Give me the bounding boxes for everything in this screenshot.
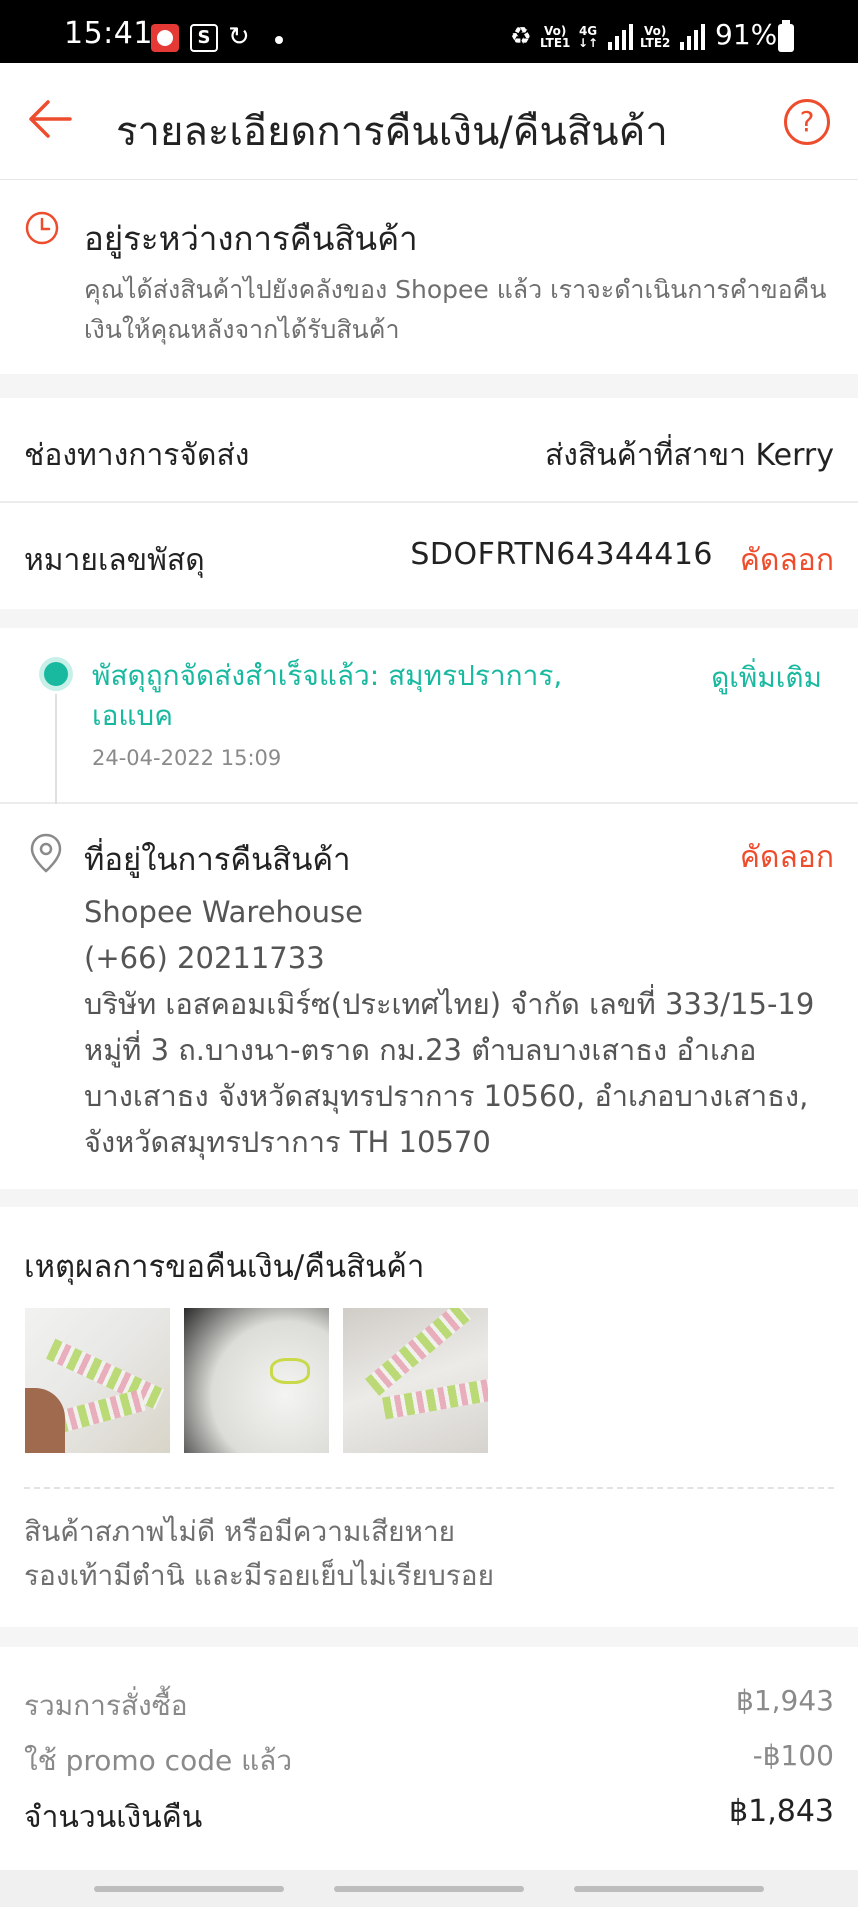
evidence-photo-3[interactable] — [343, 1308, 488, 1453]
tracking-dot-icon — [44, 662, 68, 686]
arrow-left-icon — [29, 100, 72, 138]
battery-percent: 91% — [715, 18, 778, 51]
return-status-title: อยู่ระหว่างการคืนสินค้า — [84, 219, 418, 258]
refund-amount-label: จำนวนเงินคืน — [24, 1800, 203, 1835]
address-detail: บริษัท เอสคอมเมิร์ซ(ประเทศไทย) จำกัด เลข… — [84, 987, 815, 1159]
status-bar: 15:41 S ↻ ♻ Vo) LTE1 4G ↓↑ Vo) LTE2 91% — [0, 0, 858, 63]
tracking-timeline-line — [55, 694, 57, 804]
tracking-number-value: SDOFRTN64344416 — [410, 537, 713, 572]
return-reason-text: สินค้าสภาพไม่ดี หรือมีความเสียหาย รองเท้… — [24, 1510, 834, 1598]
volte-1-label: Vo) LTE1 — [540, 24, 571, 50]
reason-line-2: รองเท้ามีตำนิ และมีรอยเย็บไม่เรียบรอย — [24, 1559, 494, 1592]
evidence-photo-2[interactable] — [184, 1308, 329, 1453]
return-status-card: อยู่ระหว่างการคืนสินค้า คุณได้ส่งสินค้าไ… — [0, 180, 858, 374]
see-more-link[interactable]: ดูเพิ่มเติม — [711, 656, 822, 700]
shipping-channel-label: ช่องทางการจัดส่ง — [24, 438, 250, 473]
back-button[interactable] — [24, 93, 76, 145]
notification-dot-icon — [275, 36, 283, 44]
order-total-label: รวมการสั่งซื้อ — [24, 1689, 188, 1722]
address-name: Shopee Warehouse — [84, 895, 364, 929]
signal-icon-2 — [680, 24, 706, 50]
clock-icon — [25, 211, 59, 245]
copy-address-button[interactable]: คัดลอก — [740, 834, 834, 881]
shipping-channel-row: ช่องทางการจัดส่ง ส่งสินค้าที่สาขา Kerry — [0, 398, 858, 503]
app-notification-icon — [151, 24, 179, 52]
return-address-body: Shopee Warehouse (+66) 20211733 บริษัท เ… — [84, 889, 844, 1165]
location-pin-icon — [30, 833, 62, 873]
shopee-icon: S — [190, 24, 218, 52]
nav-recents-button[interactable] — [94, 1886, 284, 1892]
help-button[interactable]: ? — [784, 99, 830, 145]
order-total-row: รวมการสั่งซื้อ ฿1,943 — [24, 1684, 834, 1734]
app-header: รายละเอียดการคืนเงิน/คืนสินค้า ? — [0, 63, 858, 180]
promo-code-label: ใช้ promo code แล้ว — [24, 1744, 293, 1777]
tracking-number-row: หมายเลขพัสดุ SDOFRTN64344416 คัดลอก — [0, 503, 858, 608]
reason-line-1: สินค้าสภาพไม่ดี หรือมีความเสียหาย — [24, 1515, 456, 1548]
recycle-icon: ♻ — [510, 22, 532, 50]
return-status-description: คุณได้ส่งสินค้าไปยังคลังของ Shopee แล้ว … — [84, 275, 827, 344]
system-nav-bar — [0, 1870, 858, 1907]
network-4g-label: 4G ↓↑ — [578, 24, 599, 50]
return-address-title: ที่อยู่ในการคืนสินค้า — [84, 842, 351, 878]
address-phone: (+66) 20211733 — [84, 941, 325, 975]
tracking-number-label: หมายเลขพัสดุ — [24, 543, 205, 578]
tracking-status-card[interactable]: พัสดุถูกจัดส่งสำเร็จแล้ว: สมุทรปราการ, เ… — [0, 628, 858, 804]
signal-icon — [608, 24, 634, 50]
refund-summary-card: รวมการสั่งซื้อ ฿1,943 ใช้ promo code แล้… — [0, 1647, 858, 1870]
refund-amount-row: จำนวนเงินคืน ฿1,843 — [24, 1794, 834, 1844]
evidence-photo-1[interactable] — [25, 1308, 170, 1453]
tracking-status-text: พัสดุถูกจัดส่งสำเร็จแล้ว: สมุทรปราการ, เ… — [92, 659, 563, 732]
battery-icon — [778, 20, 794, 52]
volte-2-label: Vo) LTE2 — [640, 24, 671, 50]
return-address-card: ที่อยู่ในการคืนสินค้า คัดลอก Shopee Ware… — [0, 804, 858, 1189]
shipping-channel-value: ส่งสินค้าที่สาขา Kerry — [544, 438, 834, 473]
shipping-info-card: ช่องทางการจัดส่ง ส่งสินค้าที่สาขา Kerry … — [0, 398, 858, 609]
tracking-timestamp: 24-04-2022 15:09 — [92, 746, 282, 770]
copy-tracking-button[interactable]: คัดลอก — [740, 537, 834, 584]
order-total-value: ฿1,943 — [736, 1684, 834, 1717]
promo-code-value: -฿100 — [752, 1739, 834, 1772]
status-time: 15:41 — [64, 16, 153, 51]
dashed-divider — [24, 1487, 834, 1489]
promo-code-row: ใช้ promo code แล้ว -฿100 — [24, 1739, 834, 1789]
refund-amount-value: ฿1,843 — [729, 1794, 834, 1829]
page-title: รายละเอียดการคืนเงิน/คืนสินค้า — [116, 109, 668, 155]
return-reason-title: เหตุผลการขอคืนเงิน/คืนสินค้า — [24, 1249, 425, 1285]
sync-icon: ↻ — [228, 22, 250, 52]
return-reason-card: เหตุผลการขอคืนเงิน/คืนสินค้า สินค้าสภาพไ… — [0, 1207, 858, 1627]
nav-back-button[interactable] — [574, 1886, 764, 1892]
nav-home-button[interactable] — [334, 1886, 524, 1892]
